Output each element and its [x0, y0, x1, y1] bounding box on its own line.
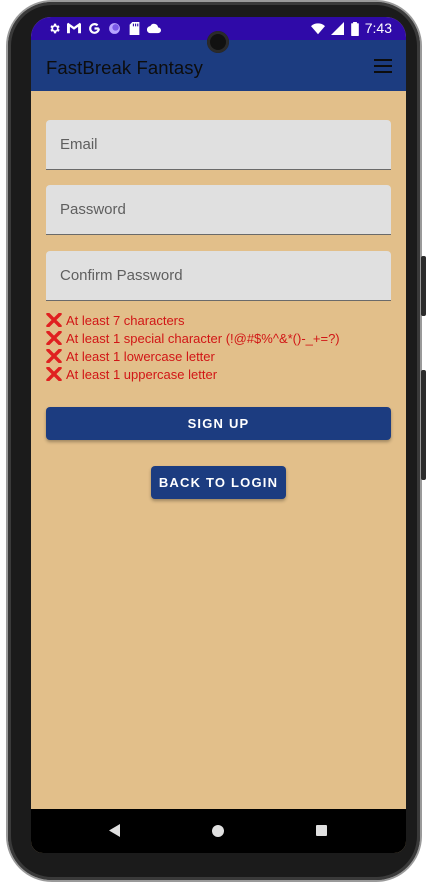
signal-icon [331, 22, 345, 36]
password-rules-list: At least 7 characters At least 1 special… [46, 311, 340, 383]
rule-label: At least 1 uppercase letter [66, 366, 218, 382]
wifi-icon [310, 22, 325, 36]
sign-up-button[interactable]: SIGN UP [46, 407, 391, 440]
rule-label: At least 1 lowercase letter [66, 348, 215, 364]
cross-mark-icon [46, 348, 63, 364]
rule-lowercase: At least 1 lowercase letter [46, 347, 340, 365]
battery-icon [350, 21, 359, 36]
front-camera [207, 31, 229, 53]
cross-mark-icon [46, 312, 63, 328]
rule-label: At least 7 characters [66, 312, 185, 328]
cross-mark-icon [46, 330, 63, 346]
confirm-password-input[interactable] [46, 251, 391, 300]
rule-uppercase: At least 1 uppercase letter [46, 365, 340, 383]
cloud-icon [147, 21, 161, 35]
home-circle-icon[interactable] [212, 825, 224, 837]
rule-min-length: At least 7 characters [46, 311, 340, 329]
power-button[interactable] [421, 370, 426, 480]
system-nav-bar [31, 809, 406, 853]
gmail-icon [67, 21, 81, 35]
sd-card-icon [127, 21, 141, 35]
back-to-login-button[interactable]: BACK TO LOGIN [151, 466, 286, 499]
rule-label: At least 1 special character (!@#$%^&*()… [66, 330, 340, 346]
gear-icon [47, 21, 61, 35]
cross-mark-icon [46, 366, 63, 382]
app-title: FastBreak Fantasy [46, 57, 203, 78]
password-input[interactable] [46, 185, 391, 234]
confirm-password-field-container[interactable] [46, 251, 391, 301]
phone-screen: 7:43 FastBreak Fantasy At least 7 charac… [31, 17, 406, 853]
hamburger-menu-icon[interactable] [374, 58, 398, 76]
circle-icon [107, 21, 121, 35]
back-triangle-icon[interactable] [109, 824, 121, 842]
email-field-container[interactable] [46, 120, 391, 170]
rule-special-char: At least 1 special character (!@#$%^&*()… [46, 329, 340, 347]
email-input[interactable] [46, 120, 391, 169]
password-field-container[interactable] [46, 185, 391, 235]
google-icon [87, 21, 101, 35]
status-time: 7:43 [364, 20, 392, 36]
volume-button[interactable] [421, 256, 426, 316]
recents-square-icon[interactable] [316, 825, 327, 836]
